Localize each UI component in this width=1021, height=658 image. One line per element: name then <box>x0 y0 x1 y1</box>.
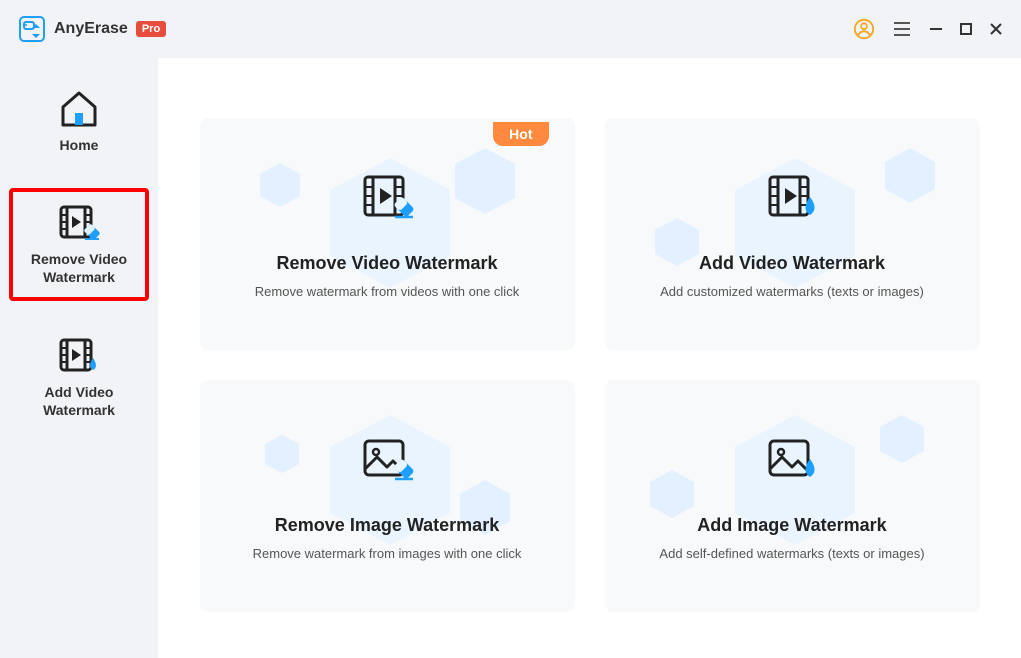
video-drop-icon <box>764 169 820 225</box>
app-title: AnyErase <box>54 20 128 38</box>
card-remove-video-watermark[interactable]: Hot Remove Video Watermark Remove waterm… <box>200 118 575 350</box>
sidebar-item-add-video-watermark[interactable]: Add Video Watermark <box>9 325 149 429</box>
video-eraser-icon <box>359 169 415 225</box>
close-button[interactable] <box>989 22 1003 36</box>
sidebar-item-home[interactable]: Home <box>9 78 149 164</box>
card-remove-image-watermark[interactable]: Remove Image Watermark Remove watermark … <box>200 380 575 612</box>
card-description: Remove watermark from images with one cl… <box>253 546 522 561</box>
card-decoration <box>200 118 575 350</box>
card-decoration <box>200 380 575 612</box>
hot-badge: Hot <box>493 122 548 146</box>
card-title: Remove Image Watermark <box>275 515 499 536</box>
titlebar: AnyErase Pro <box>0 0 1021 58</box>
sidebar: Home Remove Video Watermark Add Video Wa… <box>0 58 158 658</box>
minimize-button[interactable] <box>929 22 943 36</box>
app-logo-icon <box>18 15 46 43</box>
image-eraser-icon <box>359 431 415 487</box>
titlebar-controls <box>853 18 1003 40</box>
menu-icon[interactable] <box>891 18 913 40</box>
card-decoration <box>605 380 980 612</box>
pro-badge: Pro <box>136 21 166 37</box>
card-description: Add self-defined watermarks (texts or im… <box>659 546 924 561</box>
card-add-video-watermark[interactable]: Add Video Watermark Add customized water… <box>605 118 980 350</box>
sidebar-item-remove-video-watermark[interactable]: Remove Video Watermark <box>9 188 149 300</box>
video-drop-icon <box>55 335 103 377</box>
image-drop-icon <box>764 431 820 487</box>
card-add-image-watermark[interactable]: Add Image Watermark Add self-defined wat… <box>605 380 980 612</box>
card-description: Remove watermark from videos with one cl… <box>255 284 519 299</box>
sidebar-item-label: Home <box>60 136 99 154</box>
card-title: Add Image Watermark <box>697 515 886 536</box>
main-content: Hot Remove Video Watermark Remove waterm… <box>158 58 1021 658</box>
card-title: Remove Video Watermark <box>276 253 497 274</box>
account-icon[interactable] <box>853 18 875 40</box>
maximize-button[interactable] <box>959 22 973 36</box>
logo-group: AnyErase Pro <box>18 15 166 43</box>
video-eraser-icon <box>55 202 103 244</box>
card-title: Add Video Watermark <box>699 253 885 274</box>
home-icon <box>55 88 103 130</box>
card-grid: Hot Remove Video Watermark Remove waterm… <box>200 118 980 612</box>
sidebar-item-label: Remove Video Watermark <box>17 250 141 286</box>
card-description: Add customized watermarks (texts or imag… <box>660 284 924 299</box>
sidebar-item-label: Add Video Watermark <box>13 383 145 419</box>
card-decoration <box>605 118 980 350</box>
